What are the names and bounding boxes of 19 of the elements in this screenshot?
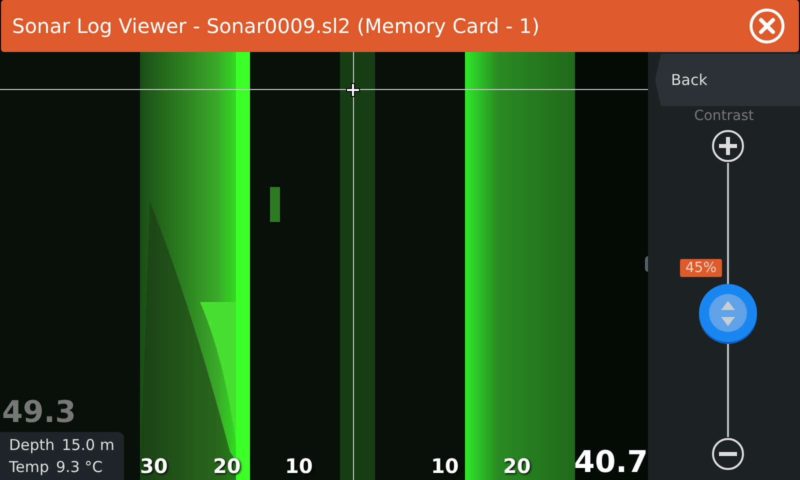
value-badge: 45% bbox=[680, 258, 722, 277]
crosshair-icon bbox=[345, 82, 361, 98]
info-value: 15.0 m bbox=[62, 436, 114, 454]
range-label: 30 bbox=[140, 454, 168, 478]
close-icon[interactable] bbox=[749, 8, 785, 44]
slider-thumb[interactable] bbox=[698, 282, 758, 345]
plus-icon[interactable] bbox=[710, 129, 744, 163]
slider-label: Contrast bbox=[694, 108, 754, 124]
window-title: Sonar Log Viewer - Sonar0009.sl2 (Memory Card - 1) bbox=[12, 14, 540, 38]
minus-icon[interactable] bbox=[710, 437, 744, 471]
info-label: Depth bbox=[9, 436, 55, 454]
reading: 40.7 bbox=[574, 445, 648, 480]
info-value: 9.3 °C bbox=[56, 458, 103, 476]
info-label: Temp bbox=[9, 458, 49, 476]
range-label: 10 bbox=[285, 454, 313, 478]
back-button[interactable]: Back bbox=[655, 54, 800, 106]
reading: 49.3 bbox=[2, 398, 76, 428]
range-label: 20 bbox=[503, 454, 531, 478]
range-label: 10 bbox=[431, 454, 459, 478]
